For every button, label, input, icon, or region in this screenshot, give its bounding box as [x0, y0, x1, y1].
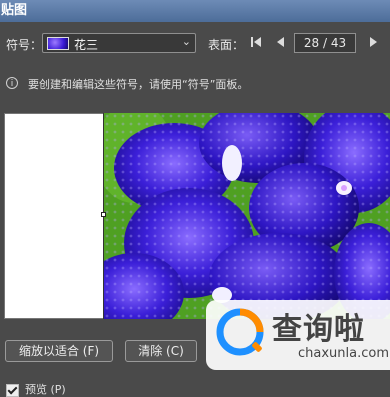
- symbol-selected-value: 花三: [74, 38, 99, 52]
- watermark-logo-icon: [216, 308, 264, 356]
- flower-swatch-icon: [47, 37, 69, 50]
- page-indicator[interactable]: 28 / 43: [294, 33, 356, 53]
- first-page-icon[interactable]: [250, 35, 262, 52]
- surface-label: 表面：: [208, 38, 245, 52]
- window-title: 贴图: [0, 0, 390, 22]
- clear-button[interactable]: 清除 (C): [125, 340, 197, 362]
- symbol-row: 符号： 花三 ⌄ 表面： 28 / 43: [0, 33, 390, 55]
- next-page-icon[interactable]: [368, 35, 378, 52]
- preview-checkbox[interactable]: [6, 383, 19, 397]
- orchid-image: [104, 113, 390, 319]
- info-text: 要创建和编辑这些符号，请使用“符号”面板。: [28, 78, 249, 91]
- fit-button[interactable]: 缩放以适合 (F): [5, 340, 113, 362]
- watermark: 查询啦 chaxunla.com: [206, 300, 390, 370]
- chevron-down-icon[interactable]: ⌄: [182, 35, 191, 48]
- symbol-label: 符号：: [6, 38, 43, 52]
- info-icon: i: [6, 77, 18, 89]
- resize-handle[interactable]: [101, 212, 106, 217]
- watermark-text-cn: 查询啦: [272, 312, 365, 347]
- watermark-text-en: chaxunla.com: [298, 346, 389, 361]
- preview-checkbox-row[interactable]: 预览 (P): [6, 381, 66, 397]
- symbol-select[interactable]: 花三 ⌄: [42, 33, 196, 53]
- info-row: i 要创建和编辑这些符号，请使用“符号”面板。: [6, 75, 386, 95]
- prev-page-icon[interactable]: [276, 35, 286, 52]
